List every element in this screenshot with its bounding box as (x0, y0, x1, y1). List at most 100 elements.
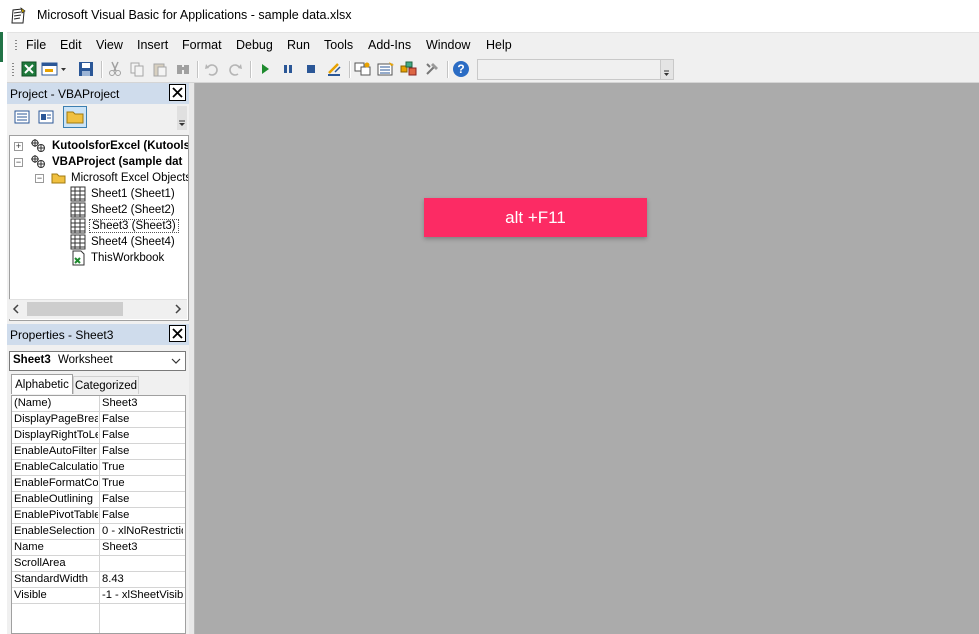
run-icon[interactable] (256, 60, 274, 78)
property-row[interactable]: EnablePivotTable False (12, 508, 185, 524)
toggle-folders-button[interactable] (63, 106, 87, 128)
copy-icon[interactable] (128, 60, 146, 78)
code-window-area (196, 83, 979, 634)
property-name: EnableSelection (14, 525, 95, 537)
scroll-left-icon[interactable] (11, 304, 21, 314)
property-name: EnableAutoFilter (14, 445, 97, 457)
menu-add-ins[interactable]: Add-Ins (368, 38, 411, 52)
redo-icon[interactable] (226, 60, 244, 78)
expand-icon[interactable]: + (14, 142, 23, 151)
panel-scroll-stub[interactable] (177, 106, 187, 130)
scroll-right-icon[interactable] (173, 304, 183, 314)
menu-debug[interactable]: Debug (236, 38, 273, 52)
tab-categorized[interactable]: Categorized (73, 376, 139, 394)
property-value[interactable]: 0 - xlNoRestrictio (102, 525, 183, 537)
menu-view[interactable]: View (96, 38, 123, 52)
toolbar-separator (197, 61, 199, 78)
property-name: EnablePivotTable (14, 509, 98, 521)
menu-format[interactable]: Format (182, 38, 222, 52)
svg-text:?: ? (457, 62, 464, 76)
property-value[interactable]: True (102, 461, 183, 473)
worksheet-icon (70, 234, 86, 250)
property-value[interactable]: False (102, 413, 183, 425)
properties-window-icon[interactable] (377, 60, 395, 78)
project-panel-title: Project - VBAProject (10, 87, 120, 101)
menu-window[interactable]: Window (426, 38, 470, 52)
properties-panel-title: Properties - Sheet3 (10, 328, 114, 342)
property-value[interactable]: 8.43 (102, 573, 183, 585)
menu-grip[interactable] (15, 40, 17, 51)
design-mode-icon[interactable] (325, 60, 343, 78)
property-row[interactable]: EnableSelection 0 - xlNoRestrictio (12, 524, 185, 540)
properties-grid: (Name) Sheet3 DisplayPageBreak False Displ… (11, 395, 186, 634)
property-row[interactable]: EnableOutlining False (12, 492, 185, 508)
chevron-down-icon[interactable] (660, 60, 673, 79)
property-value[interactable]: Sheet3 (102, 397, 183, 409)
close-icon[interactable] (169, 325, 186, 342)
menu-help[interactable]: Help (486, 38, 512, 52)
property-value[interactable]: False (102, 493, 183, 505)
break-icon[interactable] (279, 60, 297, 78)
property-row[interactable]: StandardWidth 8.43 (12, 572, 185, 588)
collapse-icon[interactable]: − (35, 174, 44, 183)
chevron-down-icon[interactable] (171, 357, 181, 365)
property-name: EnableFormatCon (14, 477, 98, 489)
left-docked-panels: Project - VBAProject + KutoolsforExcel (… (7, 83, 189, 634)
menu-insert[interactable]: Insert (137, 38, 168, 52)
property-name: Visible (14, 589, 47, 601)
worksheet-icon (70, 202, 86, 218)
property-row[interactable]: ScrollArea (12, 556, 185, 572)
property-value[interactable]: Sheet3 (102, 541, 183, 553)
tab-alphabetic[interactable]: Alphabetic (11, 374, 73, 394)
toolbar-location-combo[interactable] (477, 59, 674, 80)
folder-icon (66, 111, 84, 124)
find-icon[interactable] (174, 60, 192, 78)
property-row[interactable]: EnableFormatCon True (12, 476, 185, 492)
property-value[interactable]: False (102, 429, 183, 441)
help-icon[interactable]: ? (452, 60, 470, 78)
view-excel-icon[interactable] (20, 60, 38, 78)
property-row[interactable]: Name Sheet3 (12, 540, 185, 556)
properties-object-select[interactable]: Sheet3 Worksheet (9, 351, 186, 371)
reset-icon[interactable] (302, 60, 320, 78)
menu-tools[interactable]: Tools (324, 38, 353, 52)
property-name: Name (14, 541, 44, 553)
menu-run[interactable]: Run (287, 38, 310, 52)
standard-toolbar: ? (7, 56, 979, 83)
scroll-thumb[interactable] (27, 302, 123, 316)
close-icon[interactable] (169, 84, 186, 101)
menu-file[interactable]: File (26, 38, 46, 52)
property-name: ScrollArea (14, 557, 66, 569)
object-browser-icon[interactable] (400, 60, 418, 78)
property-row[interactable]: (Name) Sheet3 (12, 396, 185, 412)
view-object-icon[interactable] (38, 109, 54, 128)
property-name: EnableOutlining (14, 493, 93, 505)
property-value[interactable]: False (102, 509, 183, 521)
property-row[interactable]: DisplayPageBreak False (12, 412, 185, 428)
property-value[interactable]: True (102, 477, 183, 489)
panel-splitter[interactable] (189, 83, 195, 634)
property-value[interactable]: -1 - xlSheetVisib (102, 589, 183, 601)
tree-horizontal-scrollbar[interactable] (9, 299, 187, 319)
property-row[interactable]: Visible -1 - xlSheetVisib (12, 588, 185, 604)
project-tree: + KutoolsforExcel (Kutools − VBAProject … (9, 135, 189, 321)
toolbox-icon[interactable] (423, 60, 441, 78)
property-row[interactable]: EnableCalculation True (12, 460, 185, 476)
toolbar-grip[interactable] (12, 63, 14, 76)
property-row[interactable]: EnableAutoFilter False (12, 444, 185, 460)
insert-userform-icon[interactable] (41, 60, 67, 78)
view-code-icon[interactable] (14, 109, 30, 128)
tree-node-label: VBAProject (sample dat (52, 156, 183, 168)
property-value[interactable]: False (102, 445, 183, 457)
undo-icon[interactable] (203, 60, 221, 78)
property-name: DisplayPageBreak (14, 413, 98, 425)
project-explorer-icon[interactable] (354, 60, 372, 78)
property-row[interactable]: DisplayRightToLef False (12, 428, 185, 444)
title-bar: Microsoft Visual Basic for Applications … (0, 0, 979, 32)
toolbar-separator (250, 61, 252, 78)
collapse-icon[interactable]: − (14, 158, 23, 167)
cut-icon[interactable] (106, 60, 124, 78)
paste-icon[interactable] (151, 60, 169, 78)
save-icon[interactable] (77, 60, 95, 78)
menu-edit[interactable]: Edit (60, 38, 82, 52)
